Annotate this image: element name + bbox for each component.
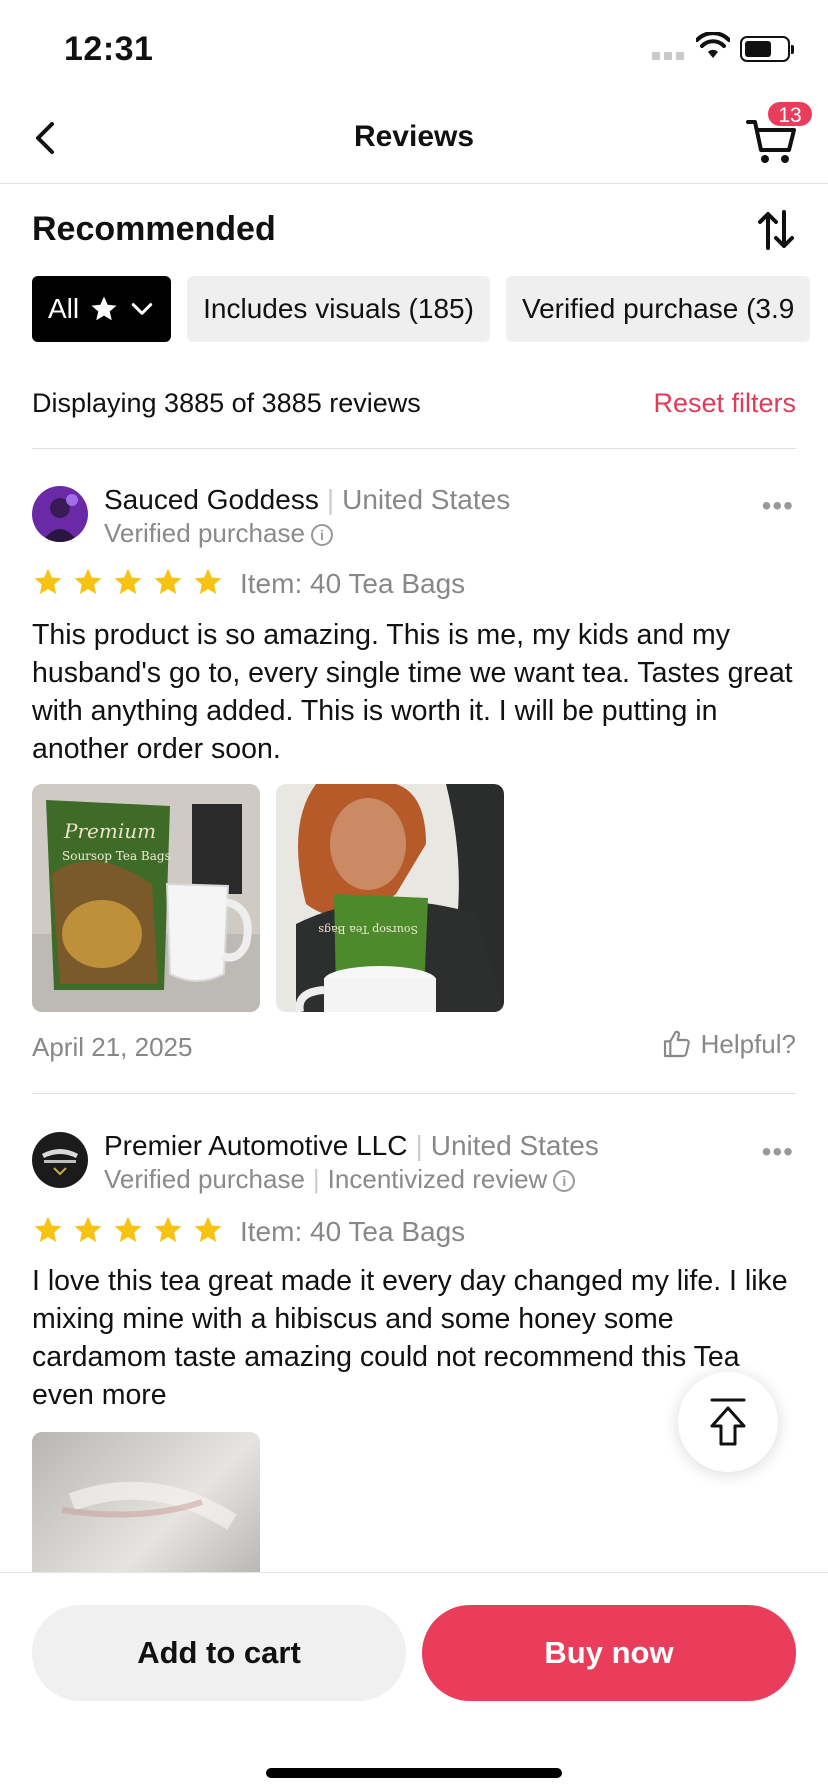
- helpful-label: Helpful?: [700, 1028, 796, 1059]
- reviewer-country: United States: [342, 484, 511, 515]
- top-nav: Reviews 13: [0, 96, 828, 184]
- status-bar: 12:31: [0, 0, 828, 96]
- review-card: Sauced Goddess | United States Verified pu…: [32, 484, 796, 1062]
- reviewer-country: United States: [430, 1130, 599, 1161]
- verified-badge: Verified purchase: [104, 1164, 305, 1194]
- status-time: 12:31: [64, 30, 154, 68]
- star-icon: [194, 568, 222, 594]
- review-count-text: Displaying 3885 of 3885 reviews: [32, 388, 421, 418]
- helpful-button[interactable]: Helpful?: [661, 1028, 796, 1060]
- avatar[interactable]: [32, 1132, 88, 1188]
- star-icon: [154, 1216, 182, 1242]
- review-date: April 21, 2025: [32, 1032, 193, 1062]
- review-text: This product is so amazing. This is me, …: [32, 619, 793, 765]
- arrow-up-icon: [710, 1398, 746, 1446]
- cellular-signal-icon: [652, 52, 684, 60]
- chevron-down-icon: [131, 303, 153, 315]
- reviewer-name[interactable]: Sauced Goddess: [104, 484, 319, 515]
- filter-chip-all[interactable]: All: [32, 276, 172, 342]
- info-icon[interactable]: i: [310, 524, 333, 546]
- filter-chip-verified[interactable]: Verified purchase (3.9: [505, 276, 811, 342]
- add-to-cart-button[interactable]: Add to cart: [32, 1605, 406, 1701]
- reset-filters-link[interactable]: Reset filters: [653, 388, 796, 419]
- star-rating: [32, 1214, 224, 1246]
- star-icon: [34, 568, 62, 594]
- star-icon: [91, 296, 117, 321]
- item-variant: Item: 40 Tea Bags: [240, 1216, 466, 1247]
- filter-chips: All Includes visuals (185) Verified purc…: [32, 276, 828, 342]
- buy-now-button[interactable]: Buy now: [422, 1605, 796, 1701]
- sort-label[interactable]: Recommended: [32, 210, 276, 249]
- photo-label-product: Soursop Tea Bags: [62, 849, 171, 863]
- star-icon: [154, 568, 182, 594]
- avatar[interactable]: [32, 486, 88, 542]
- star-icon: [114, 568, 142, 594]
- more-options-icon[interactable]: •••: [762, 490, 794, 522]
- star-icon: [74, 568, 102, 594]
- thumbs-up-icon: [663, 1030, 690, 1058]
- review-photo[interactable]: Soursop Tea Bags: [276, 784, 504, 1012]
- wifi-icon: [696, 32, 730, 58]
- review-photo[interactable]: Premium Soursop Tea Bags: [32, 784, 260, 1012]
- incentivized-badge: Incentivized review: [327, 1164, 548, 1194]
- home-indicator: [266, 1768, 562, 1778]
- star-icon: [74, 1216, 102, 1242]
- cart-count-badge: 13: [766, 100, 814, 128]
- filter-chip-visuals[interactable]: Includes visuals (185): [187, 276, 490, 342]
- photo-label-premium: Premium: [63, 819, 156, 843]
- info-icon[interactable]: i: [553, 1170, 576, 1192]
- filter-chip-all-label: All: [48, 293, 80, 324]
- photo-label-product: Soursop Tea Bags: [318, 923, 418, 936]
- reviewer-name[interactable]: Premier Automotive LLC: [104, 1130, 407, 1161]
- sort-icon[interactable]: [756, 208, 796, 252]
- scroll-to-top-button[interactable]: [678, 1372, 778, 1472]
- bottom-action-bar: Add to cart Buy now: [0, 1572, 828, 1792]
- star-rating: [32, 566, 224, 598]
- divider: [32, 1093, 796, 1094]
- battery-icon: [740, 36, 794, 62]
- item-variant: Item: 40 Tea Bags: [240, 568, 466, 599]
- verified-badge: Verified purchase: [104, 518, 305, 548]
- review-card: Premier Automotive LLC | United States Ver…: [32, 1130, 796, 1660]
- review-text: I love this tea great made it every day …: [32, 1265, 788, 1411]
- star-icon: [34, 1216, 62, 1242]
- star-icon: [114, 1216, 142, 1242]
- star-icon: [194, 1216, 222, 1242]
- divider: [32, 448, 796, 449]
- page-title: Reviews: [353, 120, 475, 153]
- more-options-icon[interactable]: •••: [762, 1136, 794, 1168]
